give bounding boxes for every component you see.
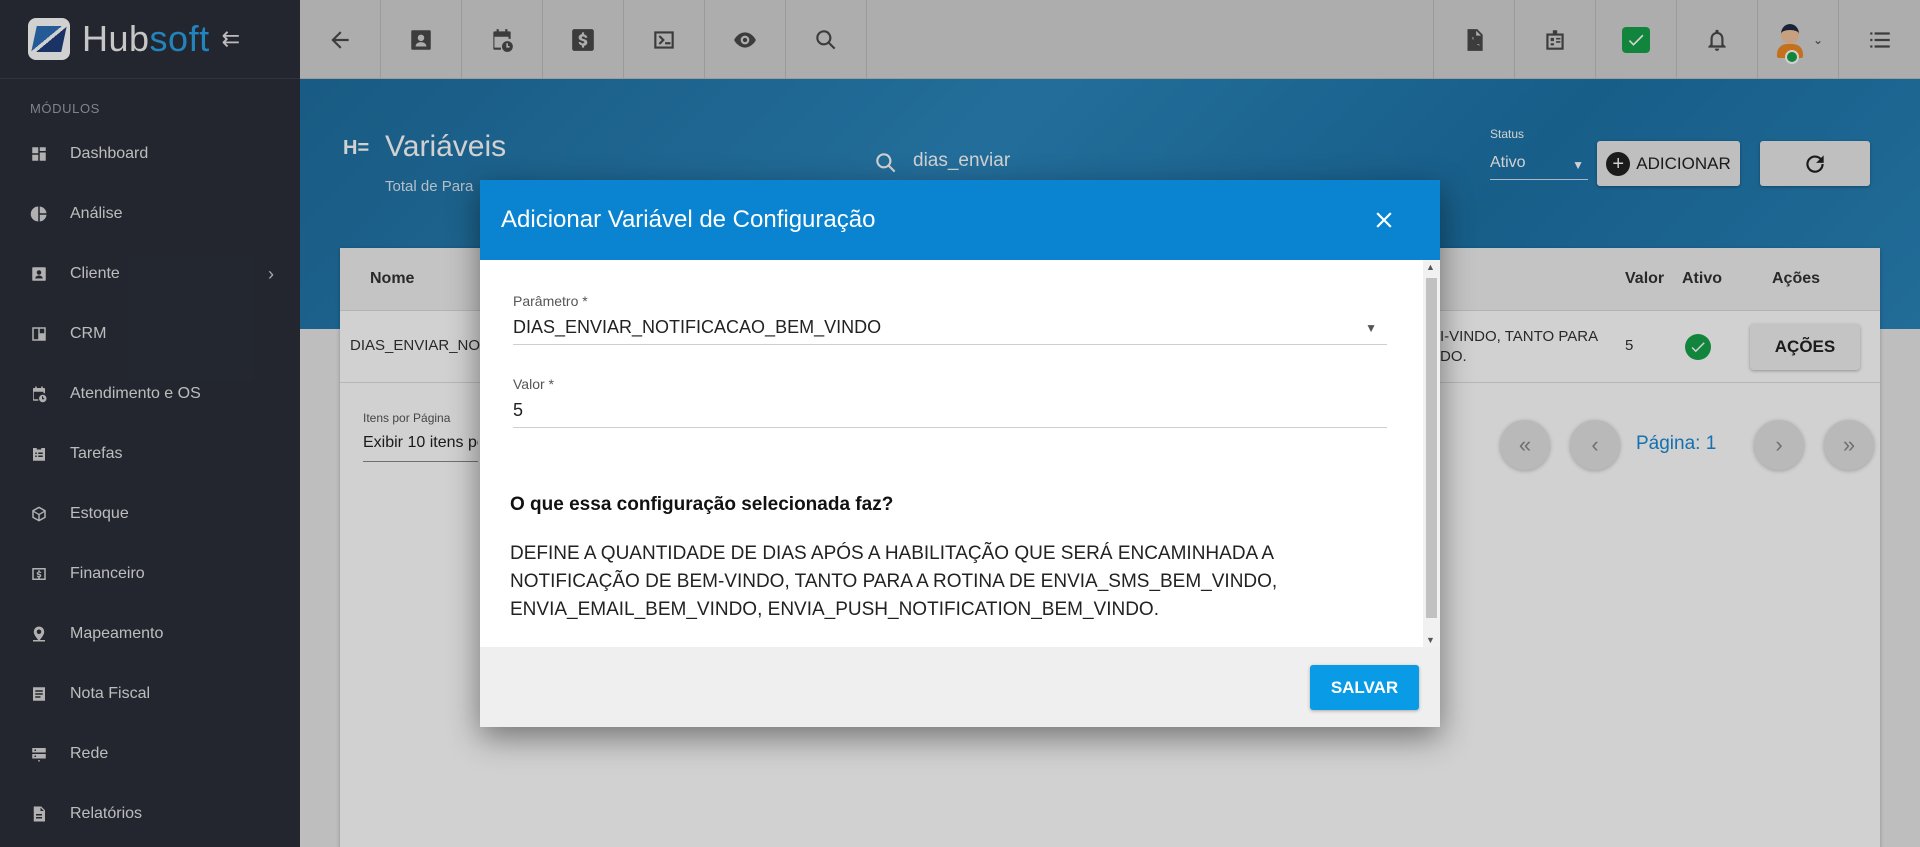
config-question: O que essa configuração selecionada faz? xyxy=(510,494,894,515)
add-variable-dialog: Adicionar Variável de Configuração Parâm… xyxy=(480,180,1440,727)
dialog-scrollbar[interactable]: ▲ ▼ xyxy=(1423,260,1440,647)
parameter-label: Parâmetro * xyxy=(513,293,588,309)
dialog-title: Adicionar Variável de Configuração xyxy=(501,206,876,233)
dropdown-arrow-icon: ▼ xyxy=(1365,321,1377,335)
value-label: Valor * xyxy=(513,376,554,392)
scroll-down-icon[interactable]: ▼ xyxy=(1426,635,1435,645)
dialog-footer: SALVAR xyxy=(480,647,1440,727)
dialog-body: Parâmetro * DIAS_ENVIAR_NOTIFICACAO_BEM_… xyxy=(480,260,1440,647)
close-icon xyxy=(1376,212,1392,228)
dialog-header: Adicionar Variável de Configuração xyxy=(480,180,1440,260)
parameter-select[interactable]: DIAS_ENVIAR_NOTIFICACAO_BEM_VINDO ▼ xyxy=(513,311,1387,345)
close-button[interactable] xyxy=(1368,204,1400,236)
config-description: DEFINE A QUANTIDADE DE DIAS APÓS A HABIL… xyxy=(510,543,1278,620)
parameter-value: DIAS_ENVIAR_NOTIFICACAO_BEM_VINDO xyxy=(513,317,882,337)
save-button[interactable]: SALVAR xyxy=(1310,665,1419,710)
value-input[interactable]: 5 xyxy=(513,394,1387,428)
scroll-up-icon[interactable]: ▲ xyxy=(1426,262,1435,272)
scrollbar-thumb[interactable] xyxy=(1426,278,1437,618)
